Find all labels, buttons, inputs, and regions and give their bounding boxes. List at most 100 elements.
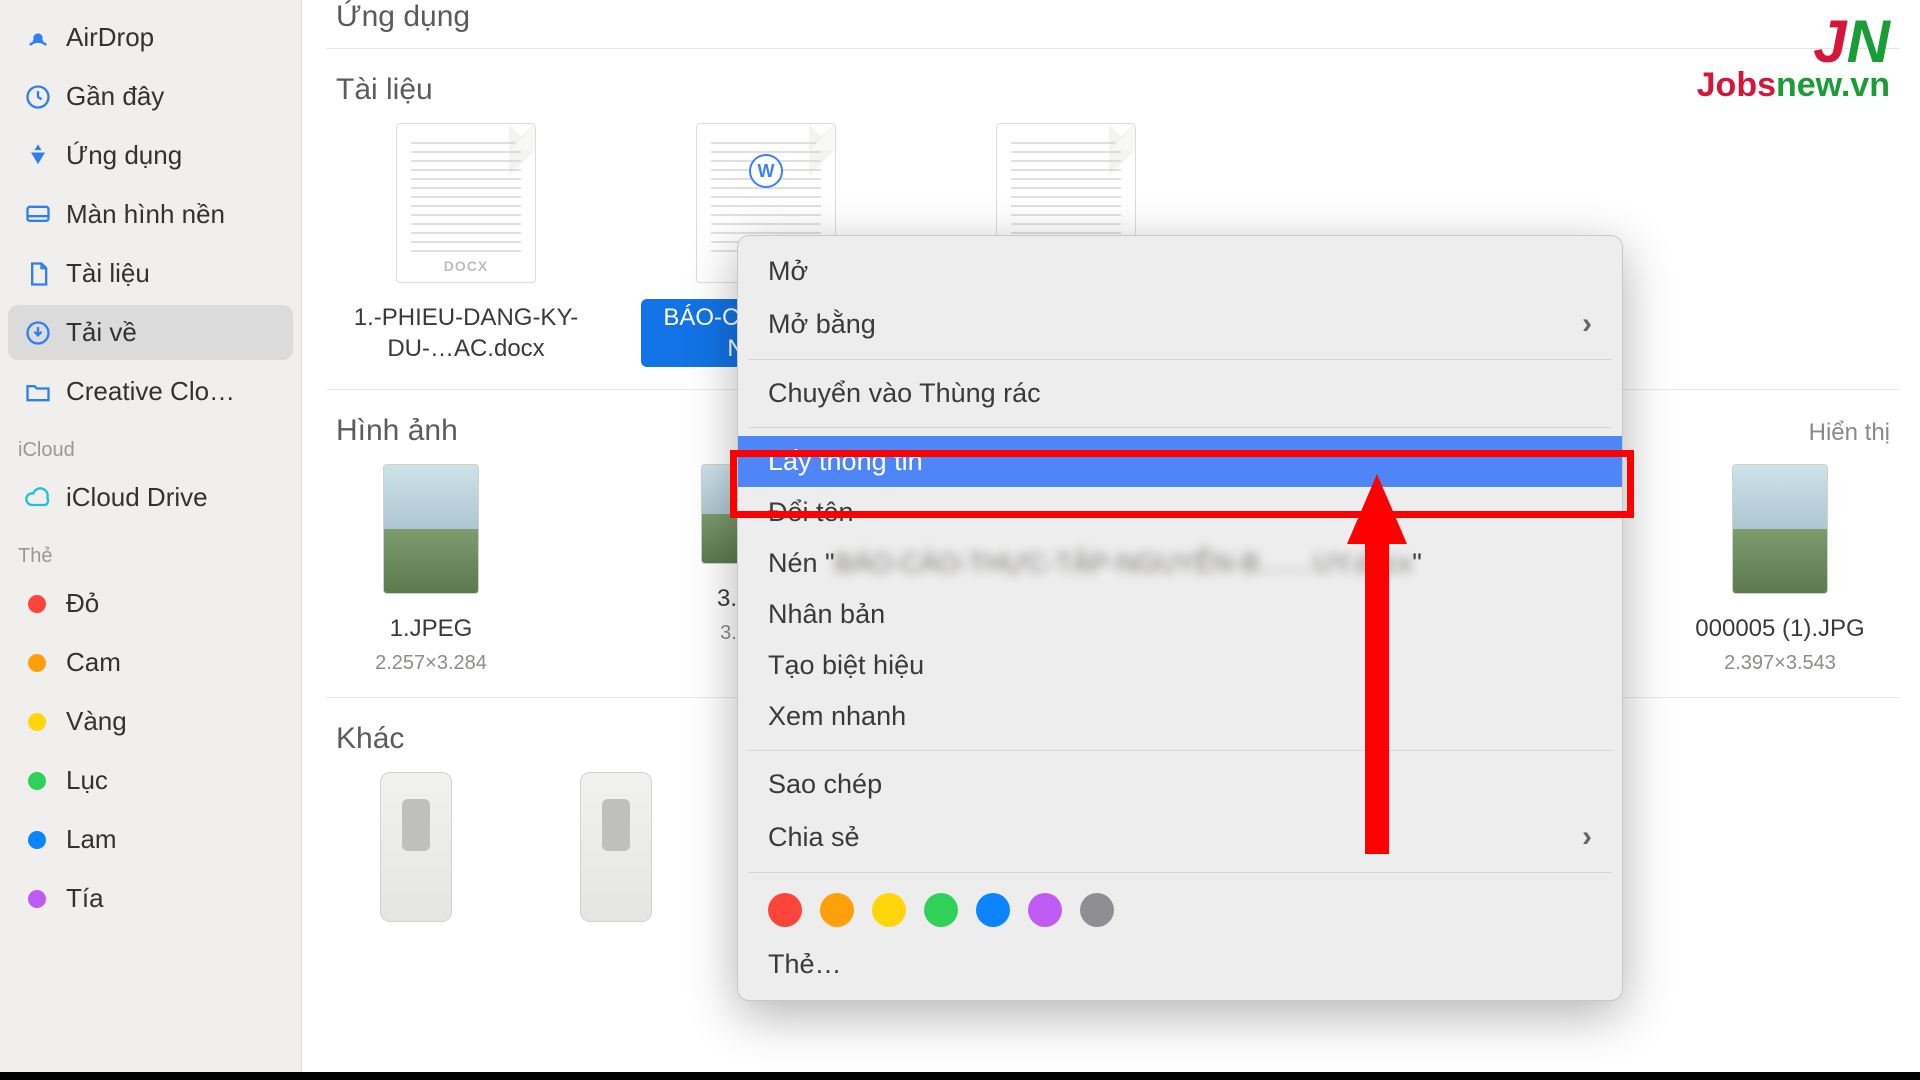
sidebar-item-applications[interactable]: Ứng dụng — [8, 128, 293, 183]
sidebar-item-label: Vàng — [66, 706, 127, 737]
menu-item-compress[interactable]: Nén "BÁO-CÁO-THỰC-TẬP-NGUYỄN-B……UY.docx" — [738, 538, 1622, 589]
watermark-text: Jobsnew.vn — [1697, 66, 1890, 105]
menu-item-quick-look[interactable]: Xem nhanh — [738, 691, 1622, 742]
section-header-documents: Tài liệu — [326, 49, 1900, 119]
file-dimensions: 2.257×3.284 — [375, 652, 487, 675]
document-thumbnail: DOCX — [396, 123, 536, 283]
other-thumbnail — [580, 772, 652, 922]
tag-color-orange[interactable] — [820, 893, 854, 927]
sidebar-item-label: Tải về — [66, 317, 137, 348]
cloud-icon — [24, 484, 52, 512]
tag-color-purple[interactable] — [1028, 893, 1062, 927]
file-name: 000005 (1).JPG — [1687, 610, 1872, 647]
sidebar-item-label: Đỏ — [66, 588, 99, 619]
tag-color-yellow[interactable] — [872, 893, 906, 927]
image-thumbnail — [1732, 464, 1828, 594]
sidebar-tag-yellow[interactable]: Vàng — [8, 694, 293, 749]
file-item[interactable]: 000005 (1).JPG 2.397×3.543 — [1670, 464, 1890, 674]
sidebar-tag-orange[interactable]: Cam — [8, 635, 293, 690]
file-dimensions: 2.397×3.543 — [1724, 652, 1836, 675]
show-more-link[interactable]: Hiển thị — [1809, 419, 1890, 447]
sidebar-item-label: Cam — [66, 647, 121, 678]
sidebar-item-label: Creative Clo… — [66, 376, 235, 407]
menu-tag-row — [738, 881, 1622, 939]
context-menu: Mở Mở bằng › Chuyển vào Thùng rác Lấy thô… — [737, 235, 1623, 1001]
menu-item-open-with[interactable]: Mở bằng › — [738, 297, 1622, 351]
section-apps-cutoff: Ứng dụng — [326, 0, 1900, 49]
sidebar-tag-purple[interactable]: Tía — [8, 871, 293, 926]
sidebar-section-tags: Thẻ — [0, 527, 301, 574]
sidebar-item-recents[interactable]: Gần đây — [8, 69, 293, 124]
sidebar-item-label: Gần đây — [66, 81, 164, 112]
sidebar-item-desktop[interactable]: Màn hình nền — [8, 187, 293, 242]
sidebar-section-icloud: iCloud — [0, 421, 301, 468]
tag-color-green[interactable] — [924, 893, 958, 927]
sidebar-item-label: Ứng dụng — [66, 140, 182, 171]
menu-item-get-info[interactable]: Lấy thông tin — [738, 436, 1622, 487]
other-thumbnail — [380, 772, 452, 922]
file-item[interactable]: DOCX 1.-PHIEU-DANG-KY-DU-…AC.docx — [336, 123, 596, 367]
sidebar-item-label: Lục — [66, 765, 108, 796]
file-item[interactable] — [336, 772, 496, 922]
word-badge-icon: W — [749, 154, 783, 188]
tag-dot-icon — [28, 831, 46, 849]
airdrop-icon — [24, 24, 52, 52]
menu-item-copy[interactable]: Sao chép — [738, 759, 1622, 810]
file-item[interactable] — [536, 772, 696, 922]
menu-item-open[interactable]: Mở — [738, 246, 1622, 297]
chevron-right-icon: › — [1582, 820, 1592, 854]
image-thumbnail — [383, 464, 479, 594]
menu-item-share[interactable]: Chia sẻ › — [738, 810, 1622, 864]
finder-sidebar: AirDrop Gần đây Ứng dụng Màn hình nền Tà… — [0, 0, 302, 1072]
tag-dot-icon — [28, 654, 46, 672]
folder-icon — [24, 378, 52, 406]
desktop-icon — [24, 201, 52, 229]
menu-separator — [748, 750, 1612, 751]
sidebar-item-airdrop[interactable]: AirDrop — [8, 10, 293, 65]
file-item[interactable]: 1.JPEG 2.257×3.284 — [336, 464, 526, 674]
menu-item-label: Nhân bản — [768, 599, 885, 630]
bottom-edge — [0, 1072, 1920, 1080]
section-title: Khác — [336, 722, 404, 756]
sidebar-item-label: Lam — [66, 824, 117, 855]
section-title: Tài liệu — [336, 73, 433, 107]
menu-item-label: Mở — [768, 256, 808, 287]
menu-item-trash[interactable]: Chuyển vào Thùng rác — [738, 368, 1622, 419]
menu-item-label: Chuyển vào Thùng rác — [768, 378, 1041, 409]
menu-item-label: Tạo biệt hiệu — [768, 650, 924, 681]
tag-color-gray[interactable] — [1080, 893, 1114, 927]
menu-item-label: Chia sẻ — [768, 822, 860, 853]
doc-ext-badge: DOCX — [397, 258, 535, 274]
menu-item-label: Nén "BÁO-CÁO-THỰC-TẬP-NGUYỄN-B……UY.docx" — [768, 548, 1422, 579]
menu-item-label: Sao chép — [768, 769, 882, 800]
sidebar-tag-green[interactable]: Lục — [8, 753, 293, 808]
sidebar-item-icloud-drive[interactable]: iCloud Drive — [8, 470, 293, 525]
apps-icon — [24, 142, 52, 170]
file-name: 1.-PHIEU-DANG-KY-DU-…AC.docx — [341, 299, 591, 367]
tag-dot-icon — [28, 713, 46, 731]
sidebar-item-creative-cloud[interactable]: Creative Clo… — [8, 364, 293, 419]
menu-item-label: Đổi tên — [768, 497, 854, 528]
menu-item-tags[interactable]: Thẻ… — [738, 939, 1622, 990]
tag-dot-icon — [28, 890, 46, 908]
tag-color-red[interactable] — [768, 893, 802, 927]
section-title: Hình ảnh — [336, 414, 458, 448]
sidebar-tag-red[interactable]: Đỏ — [8, 576, 293, 631]
sidebar-item-label: Màn hình nền — [66, 199, 225, 230]
sidebar-item-label: iCloud Drive — [66, 482, 208, 513]
sidebar-item-documents[interactable]: Tài liệu — [8, 246, 293, 301]
tag-color-blue[interactable] — [976, 893, 1010, 927]
menu-item-duplicate[interactable]: Nhân bản — [738, 589, 1622, 640]
menu-item-rename[interactable]: Đổi tên — [738, 487, 1622, 538]
file-name: 1.JPEG — [382, 610, 481, 647]
downloads-icon — [24, 319, 52, 347]
sidebar-tag-blue[interactable]: Lam — [8, 812, 293, 867]
sidebar-item-downloads[interactable]: Tải về — [8, 305, 293, 360]
menu-item-make-alias[interactable]: Tạo biệt hiệu — [738, 640, 1622, 691]
menu-item-label: Lấy thông tin — [768, 446, 923, 477]
menu-separator — [748, 872, 1612, 873]
sidebar-item-label: Tài liệu — [66, 258, 150, 289]
chevron-right-icon: › — [1582, 307, 1592, 341]
menu-item-label: Mở bằng — [768, 309, 876, 340]
menu-separator — [748, 359, 1612, 360]
